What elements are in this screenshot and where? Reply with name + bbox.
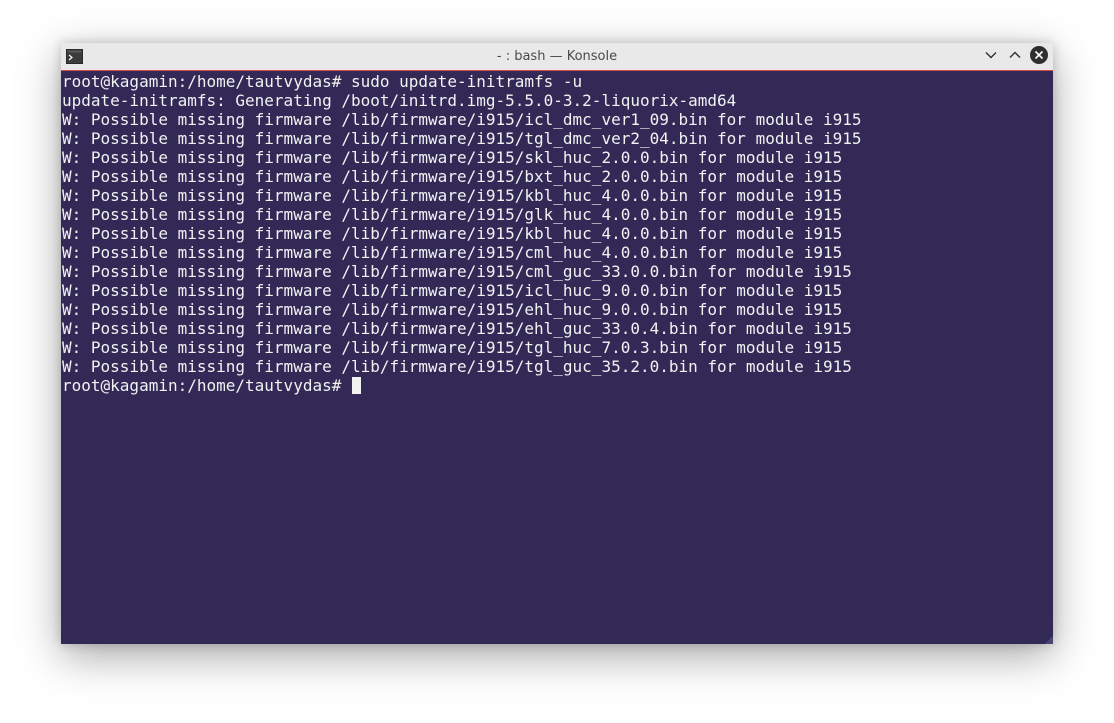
terminal-line: W: Possible missing firmware /lib/firmwa… bbox=[62, 129, 862, 148]
terminal-line: W: Possible missing firmware /lib/firmwa… bbox=[62, 110, 862, 129]
terminal-prompt-line[interactable]: root@kagamin:/home/tautvydas# bbox=[62, 376, 862, 395]
close-icon bbox=[1029, 45, 1049, 70]
maximize-icon bbox=[1008, 48, 1022, 67]
terminal-line: W: Possible missing firmware /lib/firmwa… bbox=[62, 281, 843, 300]
terminal-line: W: Possible missing firmware /lib/firmwa… bbox=[62, 338, 843, 357]
text-cursor bbox=[351, 377, 361, 394]
terminal-line: W: Possible missing firmware /lib/firmwa… bbox=[62, 205, 843, 224]
terminal-line: W: Possible missing firmware /lib/firmwa… bbox=[62, 300, 843, 319]
close-button[interactable] bbox=[1029, 45, 1049, 70]
terminal-line: W: Possible missing firmware /lib/firmwa… bbox=[62, 224, 843, 243]
maximize-button[interactable] bbox=[1005, 47, 1025, 67]
terminal-line: W: Possible missing firmware /lib/firmwa… bbox=[62, 167, 843, 186]
terminal-line: root@kagamin:/home/tautvydas# sudo updat… bbox=[62, 72, 583, 91]
minimize-button[interactable] bbox=[981, 47, 1001, 67]
terminal-line: W: Possible missing firmware /lib/firmwa… bbox=[62, 357, 852, 376]
terminal-line: W: Possible missing firmware /lib/firmwa… bbox=[62, 148, 843, 167]
terminal-area[interactable]: root@kagamin:/home/tautvydas# sudo updat… bbox=[61, 71, 1053, 644]
terminal-line: W: Possible missing firmware /lib/firmwa… bbox=[62, 186, 843, 205]
terminal-output: root@kagamin:/home/tautvydas# sudo updat… bbox=[62, 72, 862, 395]
terminal-line: W: Possible missing firmware /lib/firmwa… bbox=[62, 243, 843, 262]
resize-grip[interactable] bbox=[1045, 636, 1053, 644]
terminal-line: update-initramfs: Generating /boot/initr… bbox=[62, 91, 737, 110]
terminal-line: W: Possible missing firmware /lib/firmwa… bbox=[62, 319, 852, 338]
title-bar[interactable]: - : bash — Konsole bbox=[61, 43, 1053, 71]
terminal-line: W: Possible missing firmware /lib/firmwa… bbox=[62, 262, 852, 281]
window-title: - : bash — Konsole bbox=[496, 49, 618, 64]
konsole-window: - : bash — Konsole root@kagamin:/home/ta… bbox=[61, 43, 1053, 644]
minimize-icon bbox=[984, 48, 998, 67]
terminal-prompt: root@kagamin:/home/tautvydas# bbox=[62, 376, 351, 395]
